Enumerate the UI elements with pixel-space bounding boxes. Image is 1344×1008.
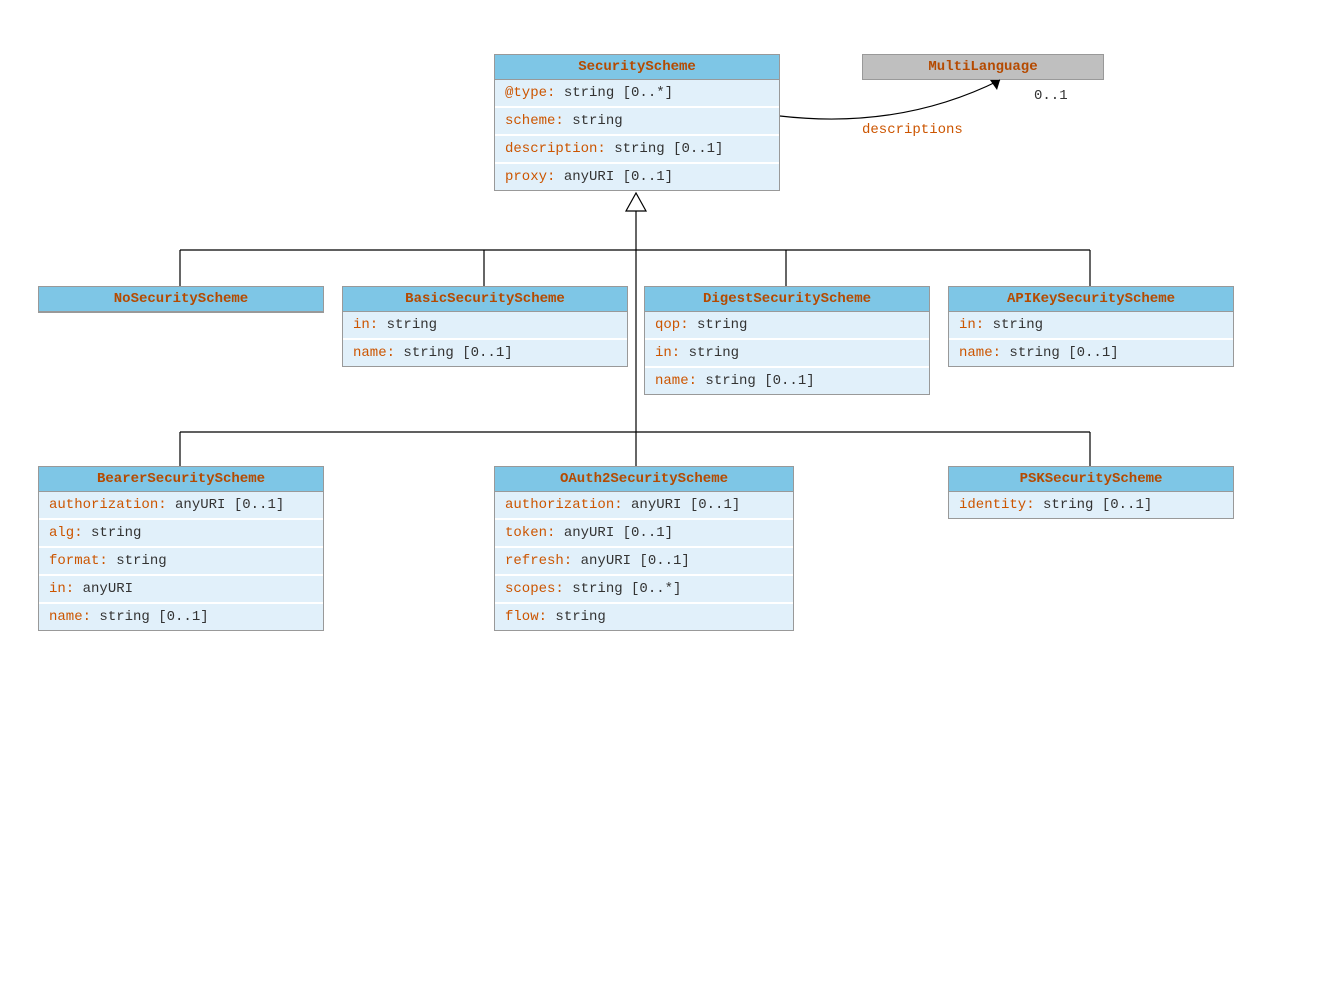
class-multi-language: MultiLanguage	[862, 54, 1104, 80]
class-attr: name: string [0..1]	[343, 340, 627, 366]
class-title: NoSecurityScheme	[39, 287, 323, 312]
class-attr: in: anyURI	[39, 576, 323, 604]
class-title: BearerSecurityScheme	[39, 467, 323, 492]
class-attr: refresh: anyURI [0..1]	[495, 548, 793, 576]
class-apikey-security: APIKeySecurityScheme in: string name: st…	[948, 286, 1234, 367]
class-attr: in: string	[343, 312, 627, 340]
class-attr: qop: string	[645, 312, 929, 340]
cardinality-label: 0..1	[1034, 88, 1068, 104]
class-digest-security: DigestSecurityScheme qop: string in: str…	[644, 286, 930, 395]
class-attr: in: string	[949, 312, 1233, 340]
class-attr: proxy: anyURI [0..1]	[495, 164, 779, 190]
association-label: descriptions	[862, 122, 963, 138]
class-title: BasicSecurityScheme	[343, 287, 627, 312]
class-attr: scopes: string [0..*]	[495, 576, 793, 604]
class-attr: scheme: string	[495, 108, 779, 136]
class-attr: alg: string	[39, 520, 323, 548]
class-psk-security: PSKSecurityScheme identity: string [0..1…	[948, 466, 1234, 519]
class-attr: identity: string [0..1]	[949, 492, 1233, 518]
class-attr: description: string [0..1]	[495, 136, 779, 164]
class-attr: flow: string	[495, 604, 793, 630]
class-attr: token: anyURI [0..1]	[495, 520, 793, 548]
class-title: MultiLanguage	[863, 55, 1103, 79]
class-title: OAuth2SecurityScheme	[495, 467, 793, 492]
class-attr: @type: string [0..*]	[495, 80, 779, 108]
class-title: DigestSecurityScheme	[645, 287, 929, 312]
class-attr: name: string [0..1]	[645, 368, 929, 394]
class-basic-security: BasicSecurityScheme in: string name: str…	[342, 286, 628, 367]
class-attr: in: string	[645, 340, 929, 368]
class-attr: authorization: anyURI [0..1]	[39, 492, 323, 520]
class-bearer-security: BearerSecurityScheme authorization: anyU…	[38, 466, 324, 631]
class-title: APIKeySecurityScheme	[949, 287, 1233, 312]
class-no-security: NoSecurityScheme	[38, 286, 324, 313]
class-attr: authorization: anyURI [0..1]	[495, 492, 793, 520]
class-attr: name: string [0..1]	[949, 340, 1233, 366]
class-title: PSKSecurityScheme	[949, 467, 1233, 492]
class-attr: name: string [0..1]	[39, 604, 323, 630]
class-security-scheme: SecurityScheme @type: string [0..*] sche…	[494, 54, 780, 191]
class-title: SecurityScheme	[495, 55, 779, 80]
class-oauth2-security: OAuth2SecurityScheme authorization: anyU…	[494, 466, 794, 631]
class-attr: format: string	[39, 548, 323, 576]
